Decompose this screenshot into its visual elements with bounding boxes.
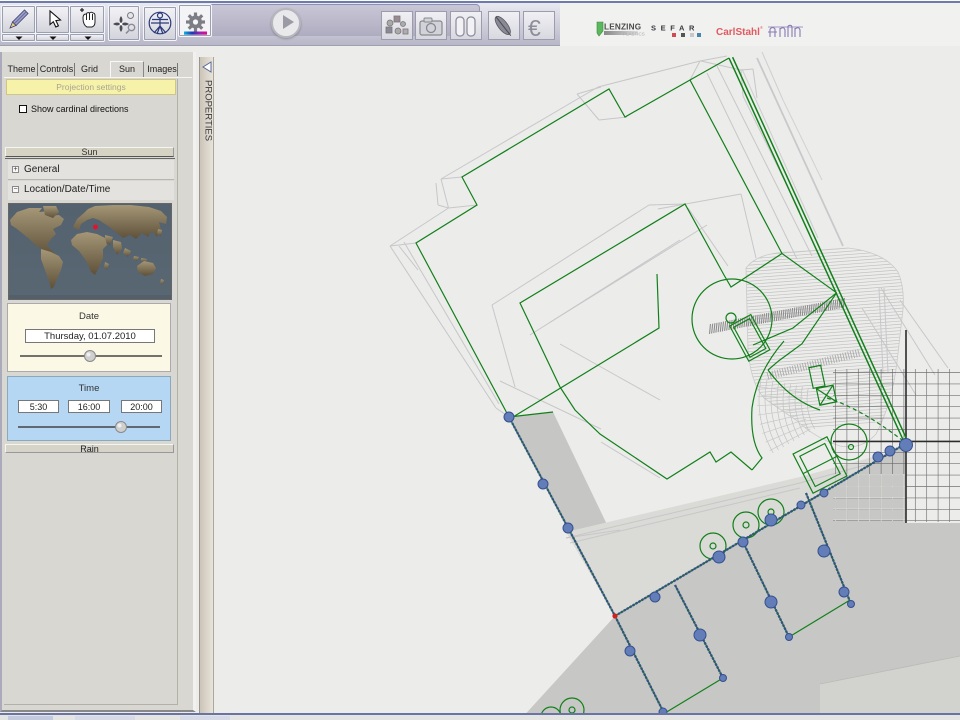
svg-text:SEFAR: SEFAR <box>651 24 699 33</box>
svg-text:PLASTICS: PLASTICS <box>623 32 645 37</box>
svg-text:LENZING: LENZING <box>604 23 641 32</box>
svg-text:CarlStahl: CarlStahl <box>716 27 760 38</box>
svg-text:€: € <box>528 15 541 41</box>
svg-text:®: ® <box>760 25 763 30</box>
